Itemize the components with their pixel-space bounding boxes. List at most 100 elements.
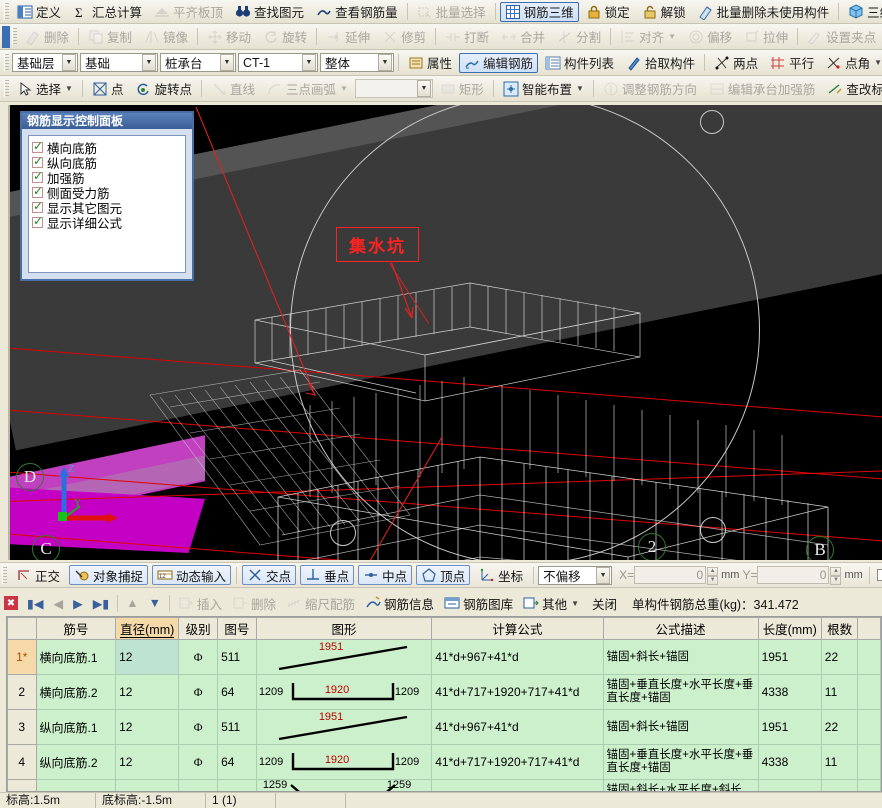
cell-length[interactable]: 4721 xyxy=(758,780,821,793)
col-header-diameter[interactable]: 直径(mm) xyxy=(116,618,179,640)
chevron-down-icon[interactable]: ▼ xyxy=(302,54,316,71)
col-header-count[interactable]: 根数 xyxy=(821,618,858,640)
chevron-down-icon[interactable]: ▼ xyxy=(874,58,882,67)
scope-combo[interactable]: 整体▼ xyxy=(320,53,394,72)
toolbar-button-点[interactable]: 点 xyxy=(87,79,129,99)
cell-grade[interactable]: Φ xyxy=(179,640,218,675)
chevron-down-icon[interactable]: ▼ xyxy=(62,54,76,71)
chevron-down-icon[interactable]: ▼ xyxy=(65,84,73,93)
rotate-checkbox[interactable] xyxy=(877,569,882,581)
snap-对象捕捉[interactable]: 对象捕捉 xyxy=(69,565,148,585)
table-row[interactable]: 2横向底筋.212Φ6412091920120941*d+717+1920+71… xyxy=(8,675,881,710)
col-header-name[interactable]: 筋号 xyxy=(36,618,116,640)
col-header-no[interactable] xyxy=(8,618,37,640)
category-combo[interactable]: 基础▼ xyxy=(80,53,158,72)
toolbar-button-两点[interactable]: 两点 xyxy=(709,53,763,73)
cell-name[interactable]: 横向底筋.1 xyxy=(36,640,116,675)
col-header-formula[interactable]: 计算公式 xyxy=(432,618,603,640)
chevron-down-icon[interactable]: ▼ xyxy=(417,80,431,97)
cell-shape[interactable]: 120919201209 xyxy=(256,745,431,780)
row-number[interactable]: 4 xyxy=(8,745,37,780)
chevron-down-icon[interactable]: ▼ xyxy=(571,599,579,608)
cell-diameter[interactable]: 12 xyxy=(116,780,179,793)
rebar-edit-关闭[interactable]: 关闭 xyxy=(585,593,621,613)
snap-中点[interactable]: 中点 xyxy=(358,565,412,585)
nav-last-button[interactable]: ▶▮ xyxy=(89,593,114,613)
cell-diameter[interactable]: 12 xyxy=(116,745,179,780)
cell-shape[interactable]: 1951 xyxy=(256,710,431,745)
cell-figure-no[interactable]: 64 xyxy=(218,745,257,780)
snap-正交[interactable]: 正交 xyxy=(11,565,65,585)
cell-tail[interactable] xyxy=(858,640,881,675)
cell-formula[interactable]: 41*d+717+1920+717+41*d xyxy=(432,675,603,710)
toolbar-button-锁定[interactable]: 锁定 xyxy=(581,2,635,22)
cell-figure-no[interactable]: 615 xyxy=(218,780,257,793)
chevron-down-icon[interactable]: ▼ xyxy=(142,54,156,71)
grid-mark-2[interactable]: 2 xyxy=(638,533,666,560)
component-type-combo[interactable]: 桩承台▼ xyxy=(160,53,236,72)
cell-tail[interactable] xyxy=(858,780,881,793)
checkbox-3[interactable] xyxy=(32,187,43,198)
cell-grade[interactable]: Φ xyxy=(179,780,218,793)
cell-name[interactable]: 纵向底筋.1 xyxy=(36,710,116,745)
cell-shape[interactable]: 1951 xyxy=(256,640,431,675)
cell-length[interactable]: 4338 xyxy=(758,675,821,710)
cell-diameter[interactable]: 12 xyxy=(116,640,179,675)
floor-combo[interactable]: 基础层▼ xyxy=(12,53,78,72)
chevron-down-icon[interactable]: ▼ xyxy=(220,54,234,71)
chevron-down-icon[interactable]: ▼ xyxy=(596,567,610,584)
cell-figure-no[interactable]: 511 xyxy=(218,640,257,675)
cell-description[interactable]: 锚固+斜长+锚固 xyxy=(603,710,758,745)
rebar-edit-其他[interactable]: 其他▼ xyxy=(519,593,583,613)
model-3d-viewport[interactable]: 钢筋显示控制面板 横向底筋纵向底筋加强筋侧面受力筋显示其它图元显示详细公式 集水… xyxy=(8,105,882,560)
toolbar-gripper[interactable] xyxy=(12,28,17,45)
table-row[interactable]: 1*横向底筋.112Φ511195141*d+967+41*d锚固+斜长+锚固1… xyxy=(8,640,881,675)
snap-坐标[interactable]: 坐标 xyxy=(474,565,528,585)
cell-name[interactable]: 纵向底筋.2 xyxy=(36,745,116,780)
cell-length[interactable]: 4338 xyxy=(758,745,821,780)
toolbar-button-点角[interactable]: 点角▼ xyxy=(821,53,882,73)
col-header-shape[interactable]: 图形 xyxy=(256,618,431,640)
toolbar-button-旋转点[interactable]: 旋转点 xyxy=(130,79,197,99)
move-down-button[interactable]: ▼ xyxy=(145,593,165,613)
toolbar-gripper[interactable] xyxy=(4,80,9,97)
col-header-tail[interactable] xyxy=(858,618,881,640)
cell-formula[interactable]: 41*d+967+41*d xyxy=(432,710,603,745)
chevron-down-icon[interactable]: ▼ xyxy=(378,54,392,71)
cell-formula[interactable]: 41*d+717+1920+717+41*d xyxy=(432,745,603,780)
cell-count[interactable]: 22 xyxy=(821,710,858,745)
grid-mark-C[interactable]: C xyxy=(32,535,60,560)
snap-垂点[interactable]: 垂点 xyxy=(300,565,354,585)
table-row[interactable]: 3纵向底筋.112Φ511195141*d+967+41*d锚固+斜长+锚固19… xyxy=(8,710,881,745)
shape-combo[interactable]: ▼ xyxy=(355,79,433,98)
snap-顶点[interactable]: 顶点 xyxy=(416,565,470,585)
row-number[interactable]: 3 xyxy=(8,710,37,745)
row-number[interactable]: 5 xyxy=(8,780,37,793)
cell-figure-no[interactable]: 511 xyxy=(218,710,257,745)
cell-shape[interactable]: 1259452203125945 xyxy=(256,780,431,793)
toolbar-button-编辑钢筋[interactable]: 编辑钢筋 xyxy=(459,53,538,73)
cell-count[interactable]: 1 xyxy=(821,780,858,793)
rebar-edit-钢筋图库[interactable]: 钢筋图库 xyxy=(440,593,517,613)
cell-diameter[interactable]: 12 xyxy=(116,710,179,745)
table-row[interactable]: 5侧面水平筋.112Φ615125945220312594541*d+767+2… xyxy=(8,780,881,793)
toolbar-button-查找图元[interactable]: 查找图元 xyxy=(230,2,309,22)
rebar-visibility-row[interactable]: 显示详细公式 xyxy=(32,215,182,230)
checkbox-0[interactable] xyxy=(32,142,43,153)
toolbar-button-查看钢筋量[interactable]: 查看钢筋量 xyxy=(311,2,403,22)
rebar-edit-钢筋信息[interactable]: 钢筋信息 xyxy=(361,593,438,613)
viewport-canvas[interactable]: 钢筋显示控制面板 横向底筋纵向底筋加强筋侧面受力筋显示其它图元显示详细公式 集水… xyxy=(10,105,882,560)
row-number[interactable]: 1* xyxy=(8,640,37,675)
cell-name[interactable]: 横向底筋.2 xyxy=(36,675,116,710)
toolbar-button-解锁[interactable]: 解锁 xyxy=(637,2,691,22)
cell-description[interactable]: 锚固+斜长+水平长度+斜长+锚固 xyxy=(603,780,758,793)
col-header-grade[interactable]: 级别 xyxy=(179,618,218,640)
cell-length[interactable]: 1951 xyxy=(758,710,821,745)
cell-description[interactable]: 锚固+垂直长度+水平长度+垂直长度+锚固 xyxy=(603,745,758,780)
cell-grade[interactable]: Φ xyxy=(179,710,218,745)
col-header-figure_no[interactable]: 图号 xyxy=(218,618,257,640)
toolbar-gripper[interactable] xyxy=(4,3,9,20)
cell-tail[interactable] xyxy=(858,710,881,745)
close-icon[interactable]: ✖ xyxy=(4,596,18,610)
toolbar-button-智能布置[interactable]: 智能布置▼ xyxy=(498,79,589,99)
